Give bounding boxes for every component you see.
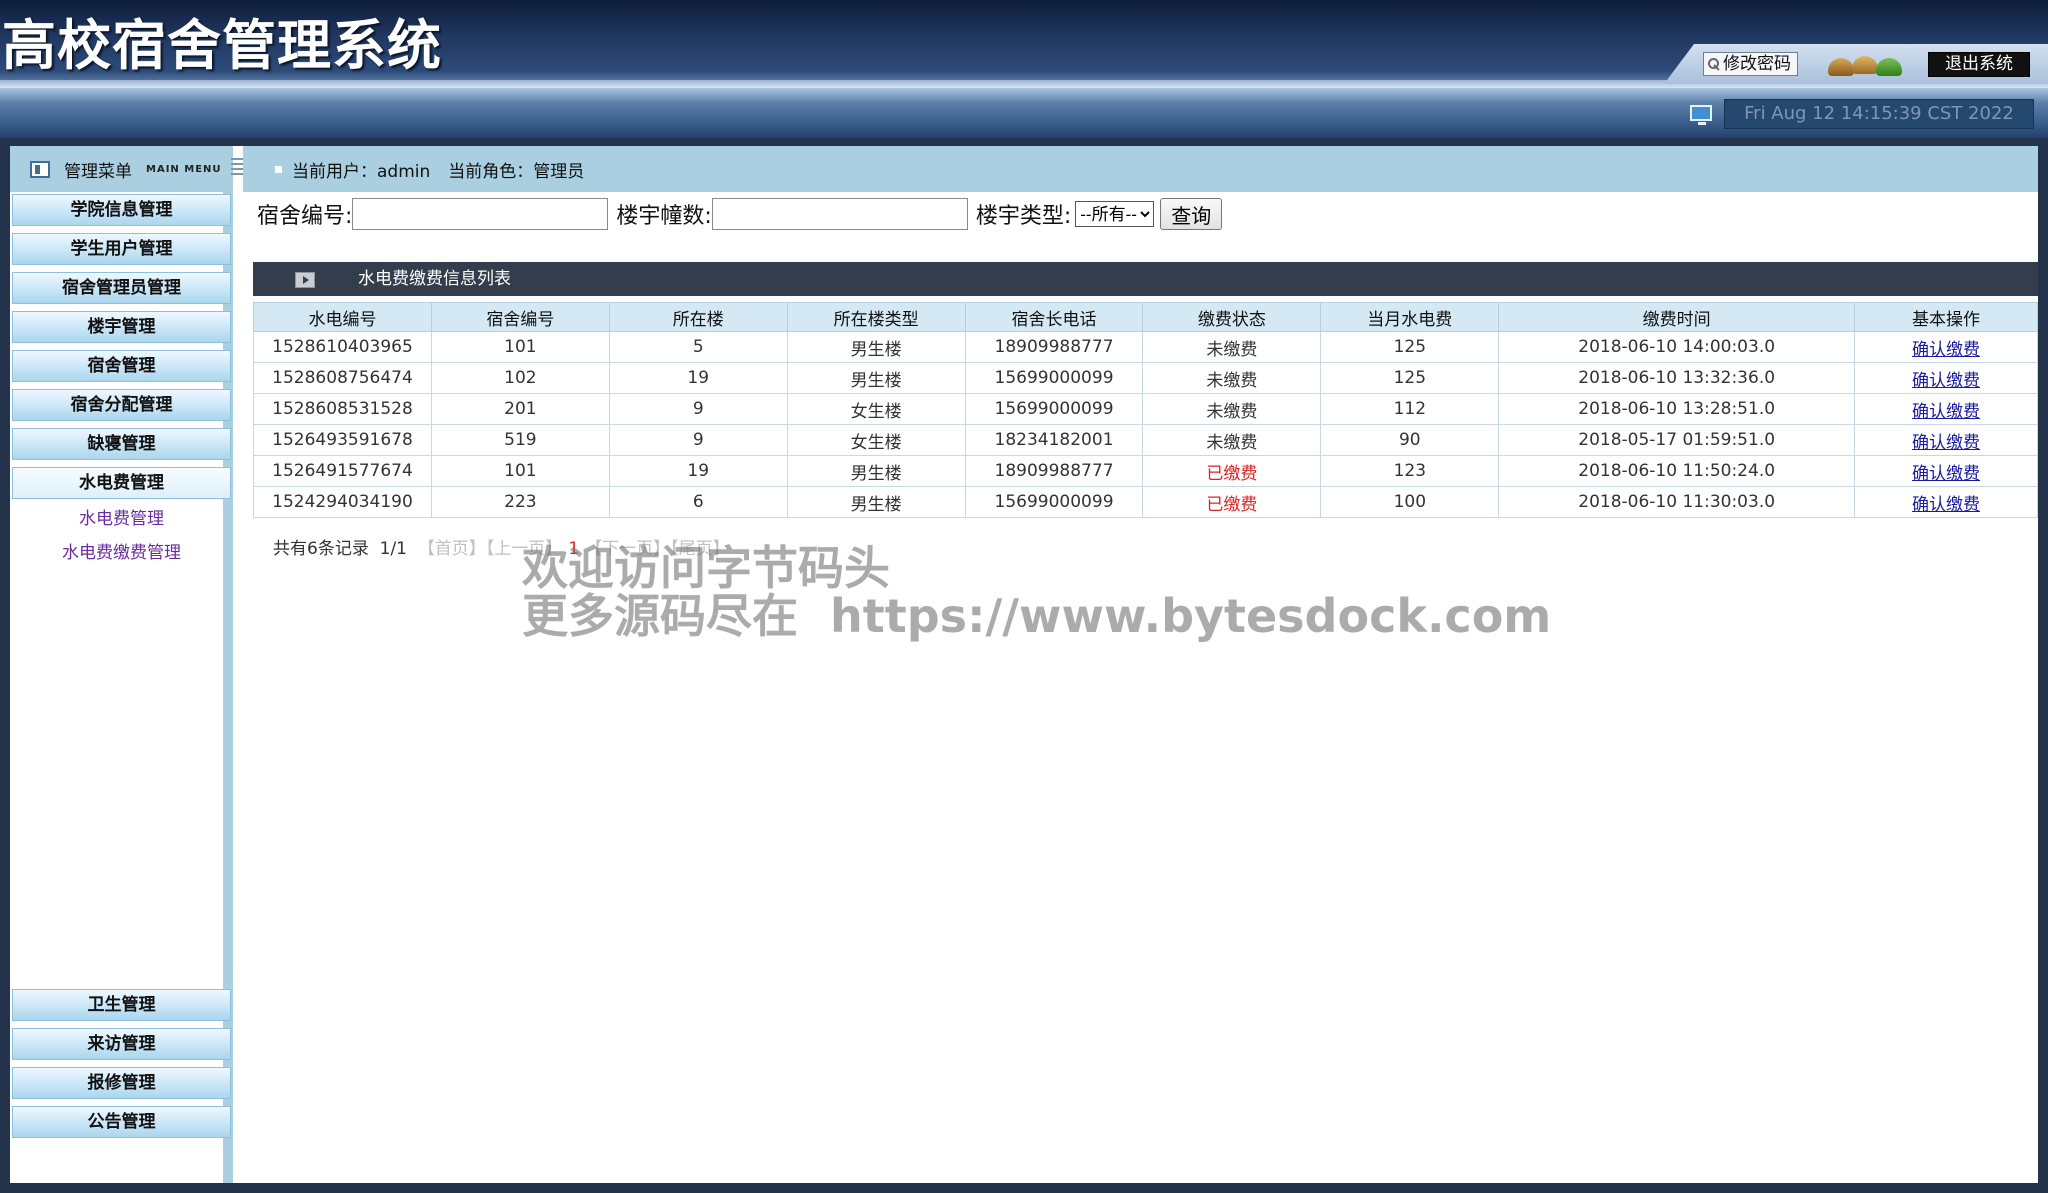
menu-buildings[interactable]: 楼宇管理 [12,311,231,343]
key-icon [1708,58,1720,70]
menu-dorm-allocation[interactable]: 宿舍分配管理 [12,389,231,421]
confirm-payment-link[interactable]: 确认缴费 [1912,495,1980,515]
user-info-bar: 当前用户：admin 当前角色：管理员 [243,146,2038,192]
menu-repairs[interactable]: 报修管理 [12,1067,231,1099]
table-title-bar: 水电费缴费信息列表 [253,262,2038,296]
menu-dorm-admins[interactable]: 宿舍管理员管理 [12,272,231,304]
watermark: 欢迎访问字节码头 更多源码尽在 https://www.bytesdock.co… [522,541,1552,643]
current-role: 当前角色：管理员 [448,161,585,182]
status-badge: 已缴费 [1142,455,1322,487]
menu-dorms[interactable]: 宿舍管理 [12,350,231,382]
status-badge: 已缴费 [1142,486,1322,518]
bullet-icon [275,165,282,173]
table-row: 1528608756474 102 19 男生楼 15699000099 未缴费… [253,362,2038,394]
table-row: 1526491577674 101 19 男生楼 18909988777 已缴费… [253,455,2038,487]
main-frame: 管理菜单 MAIN MENU 学院信息管理 学生用户管理 宿舍管理员管理 楼宇管… [10,146,2038,1183]
table-row: 1528608531528 201 9 女生楼 15699000099 未缴费 … [253,393,2038,425]
menu-utility-fees[interactable]: 水电费管理 [12,467,231,499]
record-count: 共有6条记录 [273,539,369,559]
sidebar-title: 管理菜单 [64,161,132,182]
confirm-payment-link[interactable]: 确认缴费 [1912,402,1980,422]
dorm-number-input[interactable] [352,198,609,230]
col-header: 缴费时间 [1498,302,1856,332]
monitor-icon [1690,105,1712,125]
submenu-utility-fees[interactable]: 水电费管理 [10,502,233,536]
status-badge: 未缴费 [1142,331,1322,363]
building-type-select[interactable]: --所有-- [1075,201,1155,227]
menu-icon [30,160,50,178]
sidebar-title-en: MAIN MENU [146,163,222,175]
col-header: 宿舍长电话 [964,302,1144,332]
current-user: 当前用户：admin [292,161,431,182]
status-badge: 未缴费 [1142,424,1322,456]
exit-button[interactable]: 退出系统 [1928,52,2030,77]
confirm-payment-link[interactable]: 确认缴费 [1912,340,1980,360]
sidebar: 管理菜单 MAIN MENU 学院信息管理 学生用户管理 宿舍管理员管理 楼宇管… [10,146,243,1183]
app-title: 高校宿舍管理系统 [2,14,442,77]
menu-college-info[interactable]: 学院信息管理 [12,194,231,226]
sidebar-header: 管理菜单 MAIN MENU [10,146,243,192]
play-icon [295,272,315,288]
table-title: 水电费缴费信息列表 [358,269,511,289]
building-type-label: 楼宇类型: [975,204,1072,229]
first-page-link[interactable]: 【首页】 [418,539,486,559]
menu-visitors[interactable]: 来访管理 [12,1028,231,1060]
col-header: 所在楼 [608,302,788,332]
menu-notices[interactable]: 公告管理 [12,1106,231,1138]
col-header: 基本操作 [1854,302,2038,332]
query-button[interactable]: 查询 [1160,198,1223,230]
table-row: 1526493591678 519 9 女生楼 18234182001 未缴费 … [253,424,2038,456]
status-badge: 未缴费 [1142,393,1322,425]
status-badge: 未缴费 [1142,362,1322,394]
menu-hygiene[interactable]: 卫生管理 [12,989,231,1021]
clock-display: Fri Aug 12 14:15:39 CST 2022 [1724,99,2034,129]
users-icon [1826,50,1914,78]
col-header: 当月水电费 [1320,302,1500,332]
change-password-button[interactable]: 修改密码 [1703,52,1798,76]
status-bar: Fri Aug 12 14:15:39 CST 2022 [0,88,2048,138]
dorm-number-label: 宿舍编号: [257,204,353,229]
confirm-payment-link[interactable]: 确认缴费 [1912,464,1980,484]
sidebar-toggle-grip[interactable] [231,158,243,176]
payment-table: 水电编号 宿舍编号 所在楼 所在楼类型 宿舍长电话 缴费状态 当月水电费 缴费时… [253,302,2038,518]
content-area: 当前用户：admin 当前角色：管理员 宿舍编号: 楼宇幢数: 楼宇类型: --… [243,146,2038,1183]
col-header: 宿舍编号 [430,302,610,332]
page-indicator: 1/1 [379,539,407,559]
building-number-label: 楼宇幢数: [616,204,712,229]
table-row: 1524294034190 223 6 男生楼 15699000099 已缴费 … [253,486,2038,518]
building-number-input[interactable] [711,198,968,230]
table-row: 1528610403965 101 5 男生楼 18909988777 未缴费 … [253,331,2038,363]
col-header: 所在楼类型 [786,302,966,332]
confirm-payment-link[interactable]: 确认缴费 [1912,371,1980,391]
confirm-payment-link[interactable]: 确认缴费 [1912,433,1980,453]
submenu-utility-payment[interactable]: 水电费缴费管理 [10,536,233,570]
search-form: 宿舍编号: 楼宇幢数: 楼宇类型: --所有-- 查询 [257,196,1223,232]
col-header: 缴费状态 [1142,302,1322,332]
table-header-row: 水电编号 宿舍编号 所在楼 所在楼类型 宿舍长电话 缴费状态 当月水电费 缴费时… [253,302,2038,332]
menu-absence[interactable]: 缺寝管理 [12,428,231,460]
menu-student-users[interactable]: 学生用户管理 [12,233,231,265]
col-header: 水电编号 [253,302,432,332]
